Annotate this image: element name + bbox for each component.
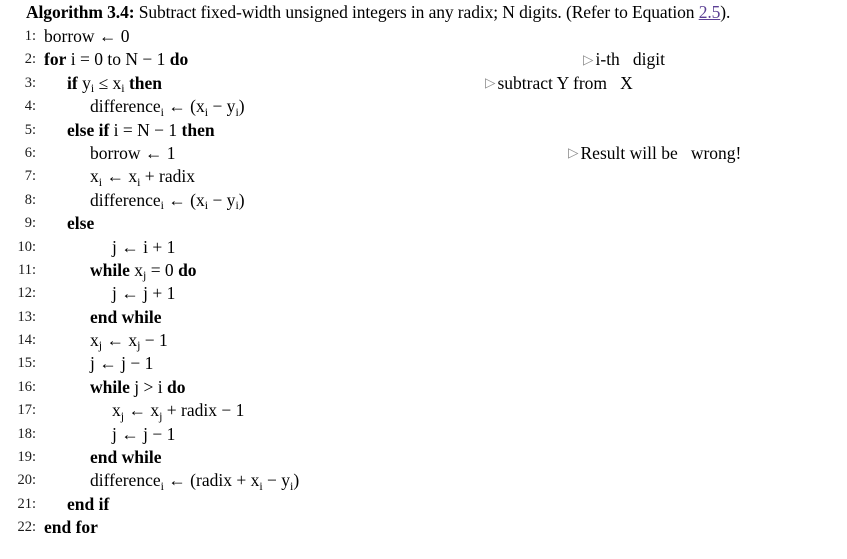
line-code: else [67, 213, 95, 234]
comment-text: Result will be wrong! [580, 142, 742, 163]
comment-text: i-th digit [595, 49, 666, 70]
algorithm-line: 21 end if [0, 493, 847, 516]
algorithm-title: Algorithm 3.4: Subtract fixed-width unsi… [0, 0, 847, 24]
algorithm-line: 2 for i = 0 to N − 1 do ▷i-th digit [0, 48, 847, 71]
algorithm-steps: 1 borrow ← 0 2 for i = 0 to N − 1 do ▷i-… [0, 25, 847, 540]
line-code: for i = 0 to N − 1 do [44, 49, 189, 70]
comment-triangle-icon: ▷ [568, 145, 579, 161]
line-code: end while [90, 447, 162, 468]
algorithm-line: 22 end for [0, 516, 847, 539]
algorithm-line: 3 if yi ≤ xi then ▷subtract Y from X [0, 72, 847, 95]
algorithm-line: 9 else [0, 212, 847, 235]
line-code: differencei ← (xi − yi) [90, 189, 245, 213]
algorithm-title-text: Subtract fixed-width unsigned integers i… [134, 2, 699, 22]
comment-triangle-icon: ▷ [583, 51, 594, 67]
comment-triangle-icon: ▷ [485, 75, 496, 91]
algorithm-line: 14 xj ← xj − 1 [0, 329, 847, 352]
algorithm-label: Algorithm 3.4: [26, 2, 135, 22]
line-code: j ← j + 1 [112, 283, 176, 304]
line-comment: ▷ Result will be wrong! [568, 142, 741, 166]
algorithm-line: 1 borrow ← 0 [0, 25, 847, 48]
algorithm-line: 7 xi ← xi + radix [0, 165, 847, 188]
line-code: if yi ≤ xi then [67, 72, 162, 96]
line-code: while j > i do [90, 376, 186, 397]
algorithm-title-text-tail: ). [720, 2, 731, 22]
algorithm-line: 11 while xj = 0 do [0, 259, 847, 282]
line-code: j ← j − 1 [112, 423, 176, 444]
line-code: xi ← xi + radix [90, 166, 195, 189]
line-code: end while [90, 306, 162, 327]
algorithm-line: 13 end while [0, 306, 847, 329]
algorithm-line: 20 differencei ← (radix + xi − yi) [0, 469, 847, 492]
algorithm-line: 15 j ← j − 1 [0, 352, 847, 375]
line-comment: ▷ subtract Y from X [485, 72, 633, 96]
line-comment: ▷ i-th digit [583, 48, 665, 72]
line-code: differencei ← (xi − yi) [90, 96, 245, 119]
algorithm-line: 18 j ← j − 1 [0, 423, 847, 446]
algorithm-line: 8 differencei ← (xi − yi) [0, 189, 847, 212]
algorithm-line: 6 borrow ← 1 ▷Result will be wrong! [0, 142, 847, 165]
line-code: end for [44, 517, 98, 538]
line-code: j ← i + 1 [112, 236, 176, 257]
algorithm-block: Algorithm 3.4: Subtract fixed-width unsi… [0, 0, 847, 559]
algorithm-line: 4 differencei ← (xi − yi) [0, 95, 847, 118]
algorithm-line: 19 end while [0, 446, 847, 469]
line-code: borrow ← 0 [44, 26, 130, 46]
algorithm-line: 17 xj ← xj + radix − 1 [0, 399, 847, 422]
line-code: else if i = N − 1 then [67, 119, 215, 140]
line-code: differencei ← (radix + xi − yi) [90, 470, 300, 493]
algorithm-line: 5 else if i = N − 1 then [0, 119, 847, 142]
line-code: end if [67, 493, 110, 514]
line-code: borrow ← 1 [90, 142, 176, 163]
equation-reference-link[interactable]: 2.5 [699, 2, 721, 22]
comment-text: subtract Y from X [497, 72, 633, 93]
line-code: j ← j − 1 [90, 353, 154, 374]
line-code: while xj = 0 do [90, 259, 197, 283]
line-code: xj ← xj − 1 [90, 330, 168, 353]
algorithm-line: 10 j ← i + 1 [0, 236, 847, 259]
algorithm-line: 12 j ← j + 1 [0, 282, 847, 305]
algorithm-line: 16 while j > i do [0, 376, 847, 399]
line-code: xj ← xj + radix − 1 [112, 400, 245, 423]
